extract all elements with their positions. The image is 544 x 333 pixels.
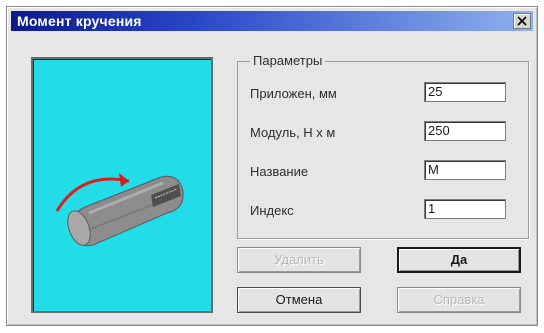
cancel-button[interactable]: Отмена xyxy=(237,287,361,313)
group-title: Параметры xyxy=(250,53,326,68)
torque-dialog: Момент кручения Параметры Приложен, мм 2… xyxy=(6,6,538,326)
label-offset: Приложен, мм xyxy=(250,86,337,101)
parameters-group: Параметры Приложен, мм 25 Модуль, Н х м … xyxy=(237,53,529,239)
modulus-input[interactable]: 250 xyxy=(424,121,506,141)
close-icon xyxy=(517,16,527,26)
title-bar[interactable]: Момент кручения xyxy=(11,11,533,31)
ok-button[interactable]: Да xyxy=(397,247,521,273)
name-input[interactable]: M xyxy=(424,160,506,180)
help-button[interactable]: Справка xyxy=(397,287,521,313)
torque-preview xyxy=(31,57,213,313)
label-name: Название xyxy=(250,164,309,179)
offset-input[interactable]: 25 xyxy=(424,82,506,102)
torque-shaft-icon xyxy=(55,173,184,247)
close-button[interactable] xyxy=(513,13,531,29)
delete-button[interactable]: Удалить xyxy=(237,247,361,273)
label-index: Индекс xyxy=(250,203,294,218)
index-input[interactable]: 1 xyxy=(424,199,506,219)
window-title: Момент кручения xyxy=(17,13,142,29)
label-modulus: Модуль, Н х м xyxy=(250,125,336,140)
